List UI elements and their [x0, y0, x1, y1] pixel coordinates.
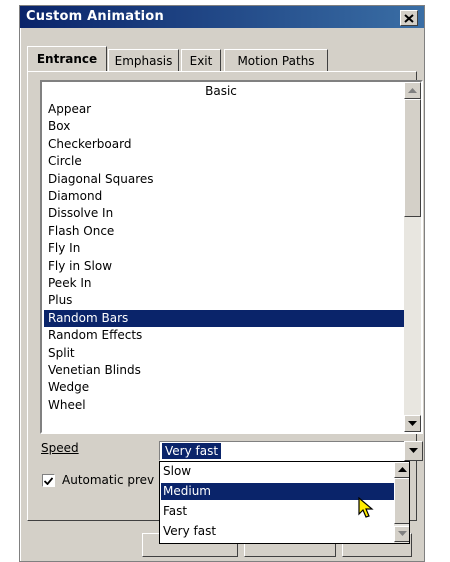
tab-entrance[interactable]: Entrance	[27, 46, 107, 71]
tab-exit[interactable]: Exit	[181, 49, 221, 71]
scroll-up-button[interactable]	[404, 82, 421, 99]
scroll-up-icon	[408, 87, 417, 93]
window-title: Custom Animation	[26, 9, 164, 24]
list-item[interactable]: Peek In	[44, 275, 404, 292]
dropdown-scroll-down-button[interactable]	[394, 526, 409, 542]
list-item[interactable]: Diagonal Squares	[44, 171, 404, 188]
automatic-preview-checkbox[interactable]	[42, 474, 55, 487]
list-item[interactable]: Dissolve In	[44, 205, 404, 222]
dropdown-scroll-thumb[interactable]	[394, 478, 409, 524]
dropdown-scrollbar[interactable]	[394, 462, 409, 543]
tab-label: Exit	[189, 53, 213, 68]
dropdown-scroll-up-button[interactable]	[394, 462, 409, 478]
list-item[interactable]: Wedge	[44, 379, 404, 396]
list-scrollbar[interactable]	[404, 82, 421, 432]
tab-emphasis[interactable]: Emphasis	[108, 49, 179, 71]
scroll-up-icon	[397, 467, 407, 472]
speed-dropdown-button[interactable]	[404, 441, 423, 461]
scroll-down-button[interactable]	[404, 415, 421, 432]
list-item[interactable]: Diamond	[44, 188, 404, 205]
scroll-thumb[interactable]	[404, 99, 421, 217]
speed-label: Speed	[41, 441, 79, 455]
speed-value: Very fast	[162, 443, 222, 459]
scroll-down-icon	[397, 531, 407, 536]
list-item[interactable]: Checkerboard	[44, 136, 404, 153]
list-item[interactable]: Circle	[44, 153, 404, 170]
list-item[interactable]: Fly In	[44, 240, 404, 257]
tab-motion-paths[interactable]: Motion Paths	[224, 49, 328, 71]
list-item[interactable]: Box	[44, 118, 404, 135]
list-item[interactable]: Plus	[44, 292, 404, 309]
tab-label: Emphasis	[114, 53, 173, 68]
list-group-header: Basic	[205, 84, 237, 98]
chevron-down-icon	[409, 448, 418, 453]
list-item[interactable]: Venetian Blinds	[44, 362, 404, 379]
list-item[interactable]: Appear	[44, 101, 404, 118]
automatic-preview-label: Automatic prev	[62, 473, 155, 487]
speed-option[interactable]: Slow	[161, 463, 395, 480]
effects-listbox[interactable]: Basic Appear Box Checkerboard Circle Diagona…	[40, 80, 423, 434]
title-bar[interactable]: Custom Animation	[20, 6, 424, 28]
close-button[interactable]	[400, 10, 418, 26]
list-item[interactable]: Flash Once	[44, 223, 404, 240]
scroll-down-icon	[408, 420, 417, 426]
arrow-cursor-icon	[358, 497, 374, 518]
speed-label-text: Speed	[41, 441, 79, 455]
list-item[interactable]: Random Bars	[44, 309, 404, 327]
speed-option[interactable]: Very fast	[161, 523, 395, 540]
list-item[interactable]: Fly in Slow	[44, 258, 404, 275]
list-item[interactable]: Split	[44, 345, 404, 362]
list-item[interactable]: Random Effects	[44, 327, 404, 344]
tab-label: Motion Paths	[237, 53, 315, 68]
close-icon	[404, 13, 414, 23]
speed-combobox[interactable]: Very fast	[159, 441, 409, 461]
checkmark-icon	[44, 476, 53, 485]
tab-label: Entrance	[36, 52, 98, 66]
list-item[interactable]: Wheel	[44, 397, 404, 414]
